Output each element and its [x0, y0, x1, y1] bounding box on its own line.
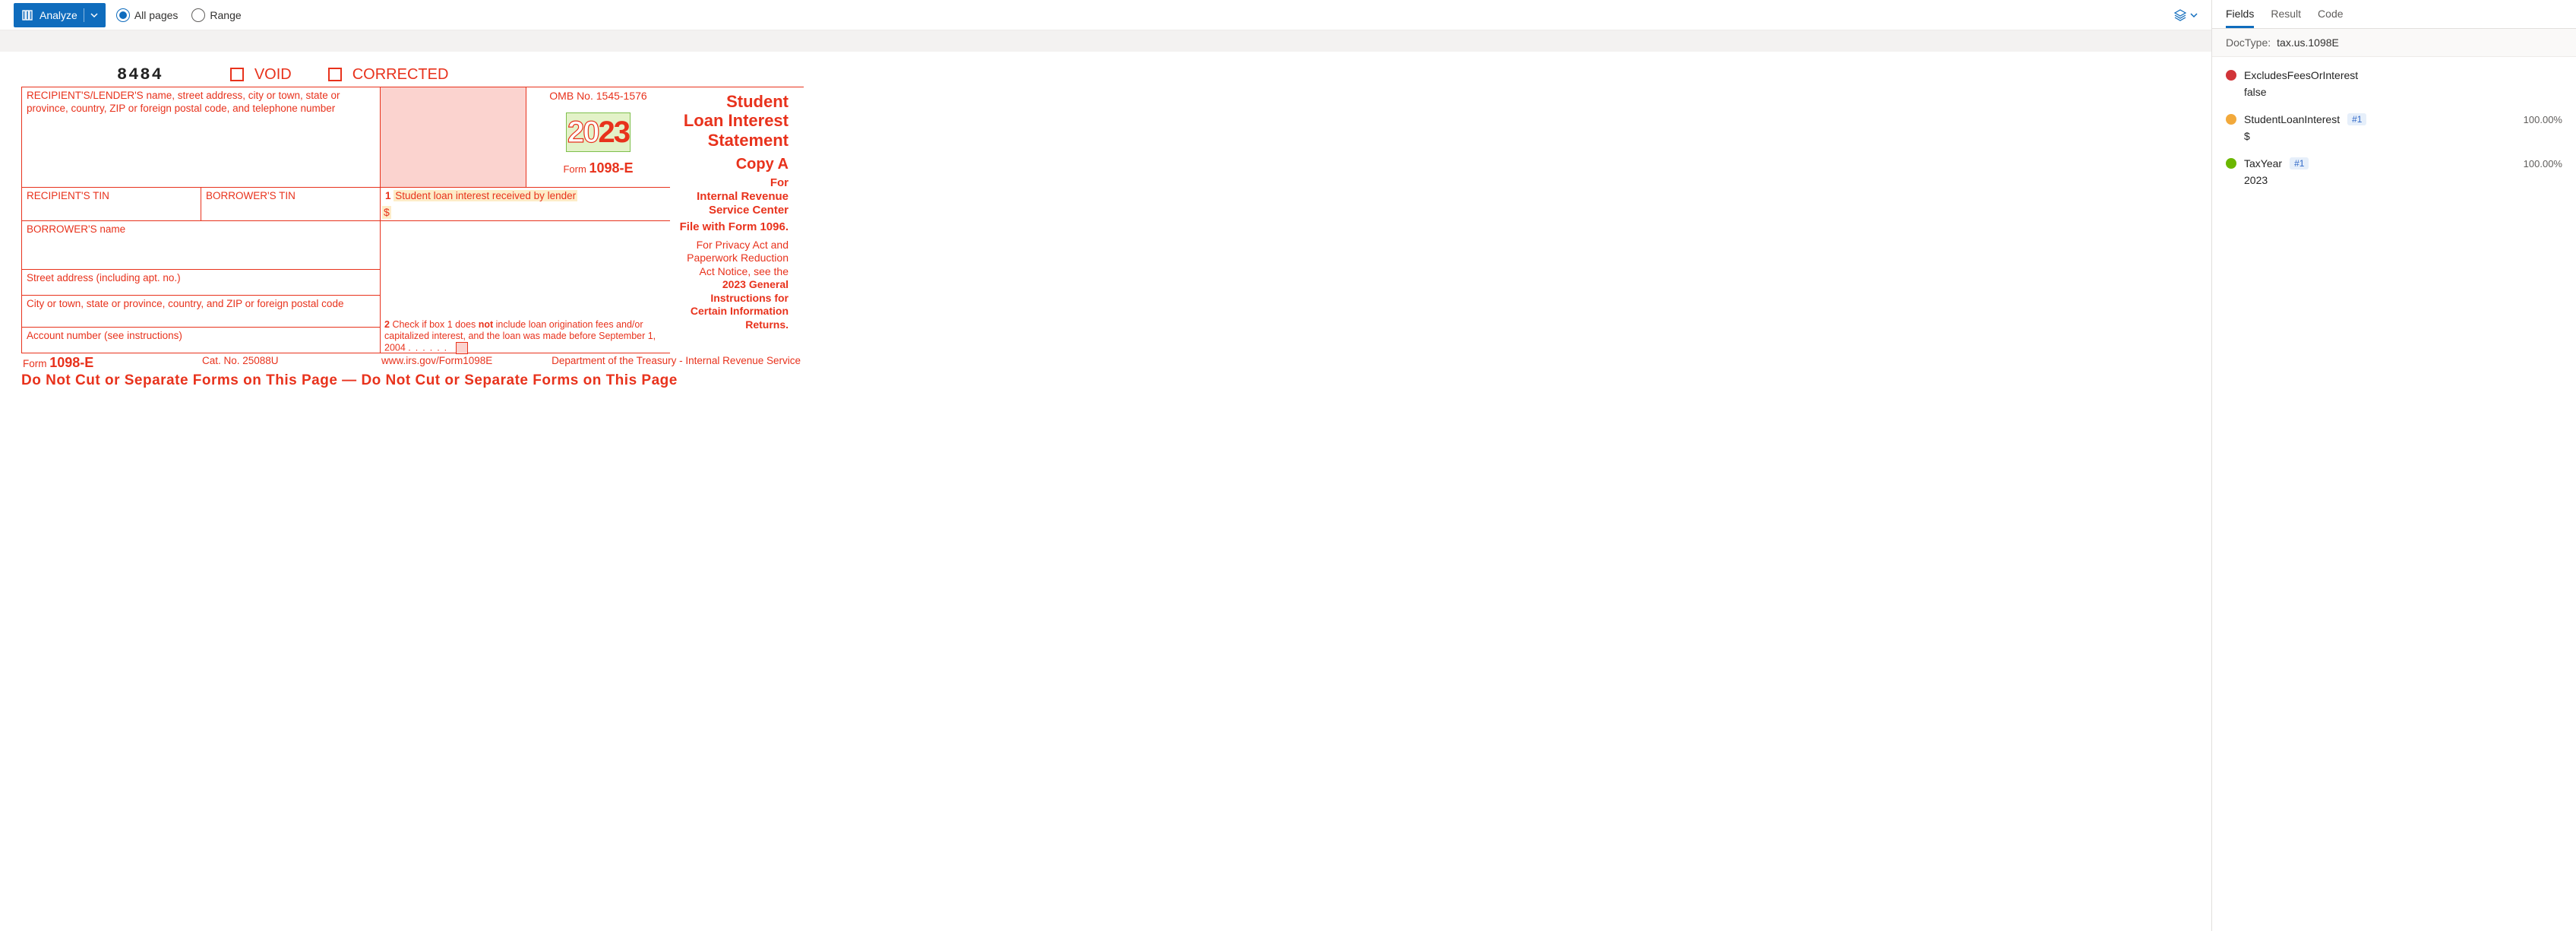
do-not-cut-warning: Do Not Cut or Separate Forms on This Pag…: [21, 372, 804, 389]
for-text: For Internal Revenue Service Center: [678, 176, 789, 217]
analyze-button[interactable]: Analyze: [14, 3, 106, 27]
field-row[interactable]: StudentLoanInterest #1 100.00% $: [2212, 106, 2576, 150]
toolbar: Analyze All pages Range: [0, 0, 2211, 30]
field-badge: #1: [2290, 157, 2309, 169]
swatch-icon: [2226, 70, 2236, 81]
field-row[interactable]: ExcludesFeesOrInterest false: [2212, 62, 2576, 106]
form-title: Student Loan Interest Statement: [678, 92, 789, 150]
swatch-icon: [2226, 114, 2236, 125]
doctype-value: tax.us.1098E: [2277, 36, 2339, 49]
void-checkbox: [230, 68, 244, 81]
field-value: false: [2244, 86, 2562, 98]
field-badge: #1: [2347, 113, 2366, 125]
field-confidence: 100.00%: [2524, 158, 2562, 169]
radio-label: Range: [210, 9, 241, 21]
field-name: StudentLoanInterest: [2244, 113, 2340, 125]
tab-result[interactable]: Result: [2271, 8, 2301, 28]
doctype-label: DocType:: [2226, 36, 2271, 49]
analyze-icon: [21, 9, 33, 21]
radio-icon: [191, 8, 205, 22]
copy-label: Copy A: [678, 156, 789, 173]
document-pane: Analyze All pages Range: [0, 0, 2211, 931]
canvas-background: [0, 30, 2211, 52]
document-canvas[interactable]: 8484 VOID CORRECTED RECIPIENT'S/LENDER'S…: [0, 52, 2211, 401]
form-1098e: 8484 VOID CORRECTED RECIPIENT'S/LENDER'S…: [21, 64, 804, 389]
chevron-down-icon: [90, 11, 98, 19]
side-panel: Student Loan Interest Statement Copy A F…: [670, 87, 792, 353]
corrected-checkbox: [328, 68, 342, 81]
city-cell: City or town, state or province, country…: [21, 296, 380, 328]
barcode-text: 8484: [117, 65, 163, 84]
doctype-bar: DocType: tax.us.1098E: [2212, 29, 2576, 57]
field-row[interactable]: TaxYear #1 100.00% 2023: [2212, 150, 2576, 194]
street-cell: Street address (including apt. no.): [21, 270, 380, 296]
page-range-group: All pages Range: [116, 8, 242, 22]
layers-button[interactable]: [2173, 8, 2198, 22]
recipient-lender-cell: RECIPIENT'S/LENDER'S name, street addres…: [21, 87, 380, 188]
field-name: TaxYear: [2244, 157, 2282, 169]
shaded-cell: [380, 87, 526, 188]
swatch-icon: [2226, 158, 2236, 169]
box2-checkbox: [456, 342, 468, 354]
tab-fields[interactable]: Fields: [2226, 8, 2254, 28]
corrected-label: CORRECTED: [352, 66, 449, 84]
box1-label: Student loan interest received by lender: [394, 190, 577, 201]
radio-icon: [116, 8, 130, 22]
account-cell: Account number (see instructions): [21, 328, 380, 353]
tax-year: 2023: [566, 112, 631, 152]
field-name: ExcludesFeesOrInterest: [2244, 69, 2358, 81]
box2-text: 2 Check if box 1 does not include loan o…: [381, 318, 670, 356]
field-value: 2023: [2244, 174, 2562, 186]
file-with: File with Form 1096.: [678, 220, 789, 234]
box1-cell: 1 Student loan interest received by lend…: [380, 188, 670, 221]
borrower-name-cell: BORROWER'S name: [21, 221, 380, 270]
recipient-tin-cell: RECIPIENT'S TIN: [21, 188, 201, 221]
analyze-label: Analyze: [40, 9, 77, 21]
form-number-label: Form 1098-E: [531, 160, 665, 177]
layers-icon: [2173, 8, 2187, 22]
chevron-down-icon: [2190, 11, 2198, 19]
box1-value: $: [382, 206, 391, 220]
borrower-tin-cell: BORROWER'S TIN: [201, 188, 380, 221]
results-pane: Fields Result Code DocType: tax.us.1098E…: [2211, 0, 2576, 931]
radio-range[interactable]: Range: [191, 8, 241, 22]
tabs: Fields Result Code: [2212, 0, 2576, 29]
radio-label: All pages: [134, 9, 179, 21]
privacy-notice: For Privacy Act and Paperwork Reduction …: [678, 239, 789, 332]
void-label: VOID: [254, 66, 292, 84]
radio-all-pages[interactable]: All pages: [116, 8, 179, 22]
field-confidence: 100.00%: [2524, 114, 2562, 125]
field-value: $: [2244, 130, 2562, 142]
fields-list: ExcludesFeesOrInterest false StudentLoan…: [2212, 57, 2576, 198]
omb-number: OMB No. 1545-1576: [531, 90, 665, 103]
omb-year-cell: OMB No. 1545-1576 2023 Form 1098-E: [526, 87, 670, 188]
form-footer: Form 1098-E Cat. No. 25088U www.irs.gov/…: [21, 353, 804, 371]
tab-code[interactable]: Code: [2318, 8, 2343, 28]
